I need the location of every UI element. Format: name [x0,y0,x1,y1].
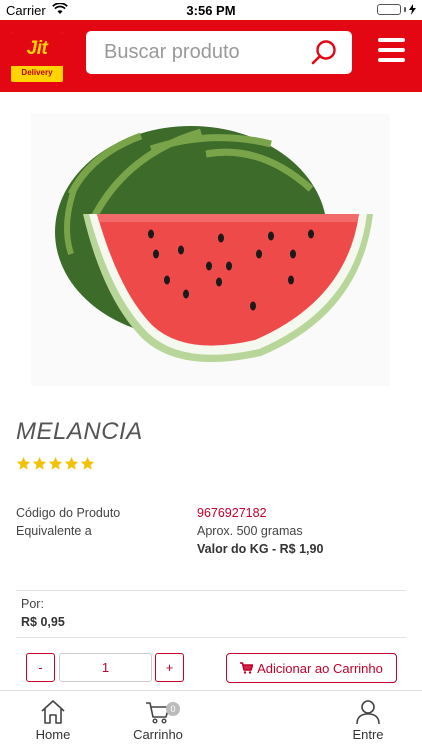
price-label: Por: [21,597,44,611]
product-price: R$ 0,95 [21,615,65,629]
divider [16,637,406,638]
shopping-cart-icon [240,662,254,674]
increase-quantity-button[interactable]: + [155,653,184,682]
star-icon [32,456,47,470]
tab-login[interactable]: Entre [328,699,408,742]
tab-home-label: Home [35,727,71,742]
hamburger-menu-icon[interactable] [378,38,405,64]
status-bar: Carrier 3:56 PM [0,0,422,20]
add-to-cart-label: Adicionar ao Carrinho [257,660,383,676]
search-bar [86,31,352,74]
product-code-value: 9676927182 [197,506,267,520]
search-input[interactable] [104,39,304,65]
product-name: MELANCIA [16,418,143,445]
tab-cart-label: Carrinho [133,727,183,742]
watermelon-image [55,126,373,363]
battery-icon [377,4,416,15]
star-icon [80,456,95,470]
add-to-cart-button[interactable]: Adicionar ao Carrinho [226,653,397,683]
equivalent-label: Equivalente a [16,524,92,538]
clock-time: 3:56 PM [186,3,236,18]
star-icon [16,456,31,470]
jit-delivery-logo[interactable]: Jit Delivery [11,32,63,82]
tab-cart[interactable]: 0 Carrinho [118,699,198,742]
home-icon [41,700,65,724]
quantity-input[interactable] [59,653,152,682]
product-code-label: Código do Produto [16,506,121,520]
charging-bolt-icon [409,4,416,15]
star-icon [64,456,79,470]
bottom-tab-bar: Home 0 Carrinho Entre [0,690,422,750]
user-icon [356,700,380,725]
logo-text: Jit [26,38,48,59]
tab-home[interactable]: Home [13,699,93,742]
star-icon [48,456,63,470]
decrease-quantity-button[interactable]: - [26,653,55,682]
product-rating [16,456,95,471]
logo-subtext: Delivery [21,68,53,77]
cart-count-badge: 0 [166,702,180,716]
search-icon[interactable] [310,39,338,67]
tab-login-label: Entre [352,727,384,742]
divider [16,590,406,591]
app-header: Jit Delivery [0,20,422,92]
kg-price: Valor do KG - R$ 1,90 [197,542,324,556]
approx-weight: Aprox. 500 gramas [197,524,303,538]
product-image [31,114,390,386]
